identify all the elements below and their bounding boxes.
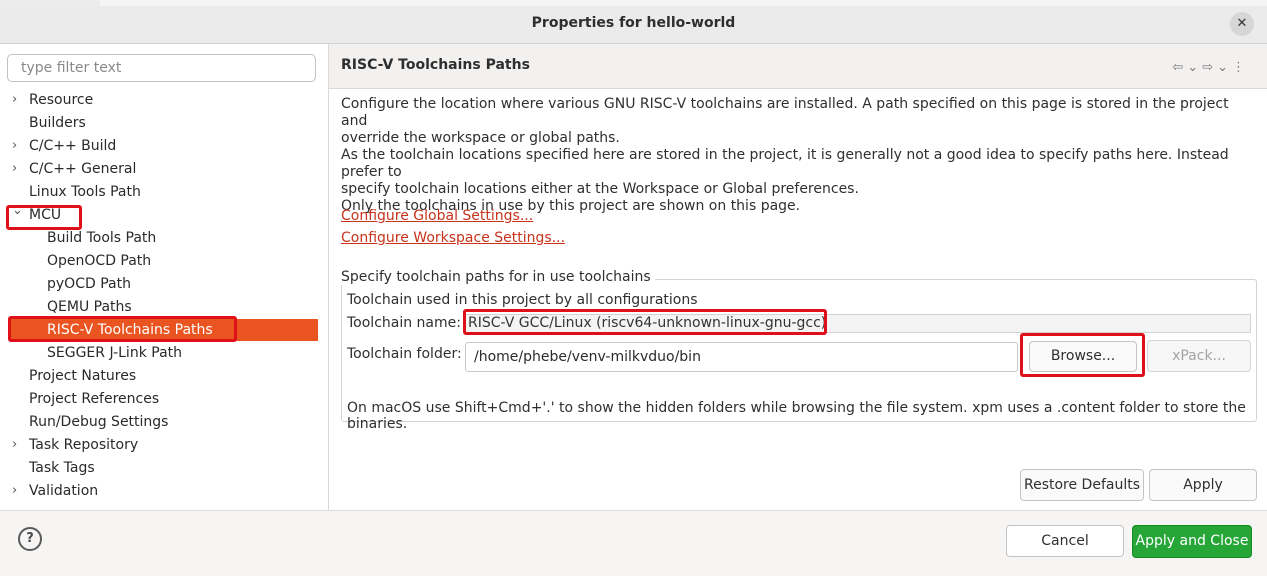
tree-item-label: QEMU Paths <box>47 299 132 315</box>
chevron-right-icon[interactable]: › <box>12 89 24 111</box>
page-title: RISC-V Toolchains Paths <box>341 57 530 73</box>
apply-and-close-button[interactable]: Apply and Close <box>1132 525 1252 558</box>
more-vertical-icon[interactable]: ⋮ <box>1232 60 1249 75</box>
tree-item[interactable]: Project References <box>0 388 328 410</box>
group-subtitle: Toolchain used in this project by all co… <box>347 292 698 308</box>
tree-item-label: Validation <box>29 483 99 499</box>
tree-item-label: Build Tools Path <box>47 230 157 246</box>
tree-item[interactable]: › Resource <box>0 89 328 111</box>
tree-item-label: SEGGER J-Link Path <box>47 345 183 361</box>
tree-item-label: Run/Debug Settings <box>29 414 169 430</box>
configure-global-settings-link[interactable]: Configure Global Settings... <box>341 208 533 224</box>
macos-hint: On macOS use Shift+Cmd+'.' to show the h… <box>347 400 1246 432</box>
tree-item-label: Linux Tools Path <box>29 184 141 200</box>
tree-item[interactable]: Linux Tools Path <box>0 181 328 203</box>
tree-item[interactable]: › C/C++ Build <box>0 135 328 157</box>
restore-defaults-button[interactable]: Restore Defaults <box>1020 469 1144 501</box>
configure-workspace-settings-link[interactable]: Configure Workspace Settings... <box>341 230 565 246</box>
tree-item[interactable]: › Task Repository <box>0 434 328 456</box>
tree-item-label: Builders <box>29 115 86 131</box>
tree-item[interactable]: Task Tags <box>0 457 328 479</box>
window-title: Properties for hello-world <box>531 15 736 31</box>
page-nav-icons: ⇦⌄⇨⌄⋮ <box>1172 60 1249 75</box>
chevron-down-icon[interactable]: ⌄ <box>1217 60 1232 75</box>
tree-item-label: Project References <box>29 391 160 407</box>
description-line: Configure the location where various GNU… <box>341 96 1229 129</box>
back-arrow-icon[interactable]: ⇦ <box>1172 60 1187 75</box>
page-body: Configure the location where various GNU… <box>329 89 1267 510</box>
page-header: RISC-V Toolchains Paths ⇦⌄⇨⌄⋮ <box>329 44 1267 89</box>
filter-input[interactable] <box>7 54 316 82</box>
tree-item-label: Resource <box>29 92 94 108</box>
highlight-toolchain-name <box>463 309 827 335</box>
group-title: Specify toolchain paths for in use toolc… <box>341 269 655 285</box>
description-line: specify toolchain locations either at th… <box>341 181 859 197</box>
close-icon[interactable]: ✕ <box>1230 12 1254 36</box>
chevron-right-icon[interactable]: › <box>12 158 24 180</box>
tree-item[interactable]: Build Tools Path <box>0 227 328 249</box>
dialog-footer: ? Cancel Apply and Close <box>0 510 1267 576</box>
properties-dialog: Properties for hello-world ✕ › Resource Bu… <box>0 0 1267 576</box>
tree-item-label: C/C++ Build <box>29 138 117 154</box>
tree-item-label: Task Tags <box>29 460 95 476</box>
toolchain-folder-label: Toolchain folder: <box>347 346 462 362</box>
tree-item[interactable]: QEMU Paths <box>0 296 328 318</box>
chevron-right-icon[interactable]: › <box>12 480 24 502</box>
highlight-browse <box>1020 333 1145 377</box>
highlight-mcu <box>6 205 82 230</box>
tree-item[interactable]: pyOCD Path <box>0 273 328 295</box>
help-icon[interactable]: ? <box>18 527 42 551</box>
title-bar: Properties for hello-world ✕ <box>0 6 1267 44</box>
tree-item-label: Project Natures <box>29 368 137 384</box>
forward-arrow-icon[interactable]: ⇨ <box>1202 60 1217 75</box>
cancel-button[interactable]: Cancel <box>1006 525 1124 557</box>
toolchain-name-label: Toolchain name: <box>347 315 461 331</box>
chevron-down-icon[interactable]: ⌄ <box>1187 60 1202 75</box>
tree-item[interactable]: › C/C++ General <box>0 158 328 180</box>
chevron-right-icon[interactable]: › <box>12 135 24 157</box>
tree-item[interactable]: SEGGER J-Link Path <box>0 342 328 364</box>
tree-item-label: C/C++ General <box>29 161 137 177</box>
tree-item[interactable]: Project Natures <box>0 365 328 387</box>
tree-item[interactable]: › Validation <box>0 480 328 502</box>
tree-item[interactable]: Run/Debug Settings <box>0 411 328 433</box>
apply-button[interactable]: Apply <box>1149 469 1257 501</box>
description-line: As the toolchain locations specified her… <box>341 147 1229 180</box>
xpack-button[interactable]: xPack... <box>1147 340 1251 372</box>
tree-item-label: OpenOCD Path <box>47 253 152 269</box>
toolchain-folder-input[interactable] <box>465 342 1018 372</box>
tree-item[interactable]: OpenOCD Path <box>0 250 328 272</box>
description-line: override the workspace or global paths. <box>341 130 620 146</box>
tree-item[interactable]: Builders <box>0 112 328 134</box>
left-navigation-pane: › Resource Builders › C/C++ Build › C/C++ Gene… <box>0 44 329 510</box>
chevron-right-icon[interactable]: › <box>12 434 24 456</box>
highlight-riscv-toolchains <box>8 316 237 342</box>
tree-item-label: Task Repository <box>29 437 139 453</box>
tree-item-label: pyOCD Path <box>47 276 131 292</box>
page-description: Configure the location where various GNU… <box>341 96 1256 215</box>
